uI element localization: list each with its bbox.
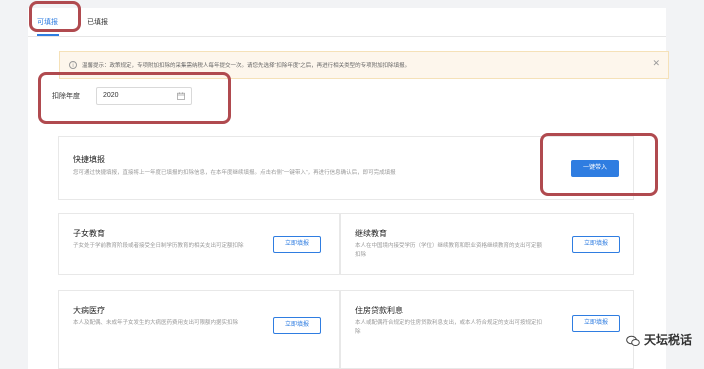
- card-description: 子女处于学前教育阶段或者接受全日制学历教育的相关支出可定额扣除: [73, 243, 244, 249]
- card-description: 本人及配偶、未成年子女发生的大病医药费用支出可限额内据实扣除: [73, 320, 239, 326]
- notice-text: 温馨提示：政策规定，专项附加扣除的采集需纳税人每年提交一次。请您先选择“扣除年度…: [82, 63, 411, 69]
- card-serious-illness: 大病医疗 本人及配偶、未成年子女发生的大病医药费用支出可限额内据实扣除 立即填报: [58, 290, 340, 369]
- quick-fill-title: 快捷填报: [73, 155, 105, 164]
- card-title: 住房贷款利息: [355, 306, 403, 315]
- close-icon[interactable]: ✕: [652, 58, 660, 69]
- active-tab-underline: [37, 34, 59, 36]
- deduction-year-label: 扣除年度: [52, 93, 80, 100]
- quick-fill-description: 您可通过快捷填报，直接将上一年度已填报的扣除信息，在本年度继续填报。点击右侧“一…: [73, 170, 396, 176]
- tab-bar: 可填报 已填报: [28, 8, 666, 37]
- quick-fill-section: 快捷填报 您可通过快捷填报，直接将上一年度已填报的扣除信息，在本年度继续填报。点…: [58, 136, 634, 200]
- card-title: 继续教育: [355, 229, 387, 238]
- calendar-icon: [177, 92, 185, 100]
- watermark-text: 天坛税话: [643, 333, 692, 347]
- card-title: 子女教育: [73, 229, 105, 238]
- card-children-education: 子女教育 子女处于学前教育阶段或者接受全日制学历教育的相关支出可定额扣除 立即填…: [58, 213, 340, 275]
- wechat-icon: [626, 335, 640, 346]
- tab-filled[interactable]: 已填报: [87, 17, 108, 27]
- tab-fillable[interactable]: 可填报: [37, 17, 58, 27]
- card-description: 本人或配偶符合规定的住房贷款利息支出，或本人符合规定的支出可按规定扣除: [355, 320, 543, 335]
- info-icon: i: [69, 61, 77, 69]
- fill-now-button[interactable]: 立即填报: [572, 236, 620, 253]
- card-title: 大病医疗: [73, 306, 105, 315]
- card-description: 本人在中国境内接受学历（学位）继续教育和职业资格继续教育的支出可定额扣除: [355, 243, 543, 258]
- one-click-import-button[interactable]: 一键带入: [571, 160, 619, 177]
- fill-now-button[interactable]: 立即填报: [273, 317, 321, 334]
- deduction-year-value: 2020: [103, 92, 119, 99]
- notice-banner: i 温馨提示：政策规定，专项附加扣除的采集需纳税人每年提交一次。请您先选择“扣除…: [59, 51, 669, 79]
- card-continuing-education: 继续教育 本人在中国境内接受学历（学位）继续教育和职业资格继续教育的支出可定额扣…: [340, 213, 634, 275]
- card-housing-loan-interest: 住房贷款利息 本人或配偶符合规定的住房贷款利息支出，或本人符合规定的支出可按规定…: [340, 290, 634, 369]
- watermark: 天坛税话: [626, 331, 692, 348]
- fill-now-button[interactable]: 立即填报: [572, 315, 620, 332]
- fill-now-button[interactable]: 立即填报: [273, 236, 321, 253]
- deduction-year-picker[interactable]: 2020: [96, 87, 192, 105]
